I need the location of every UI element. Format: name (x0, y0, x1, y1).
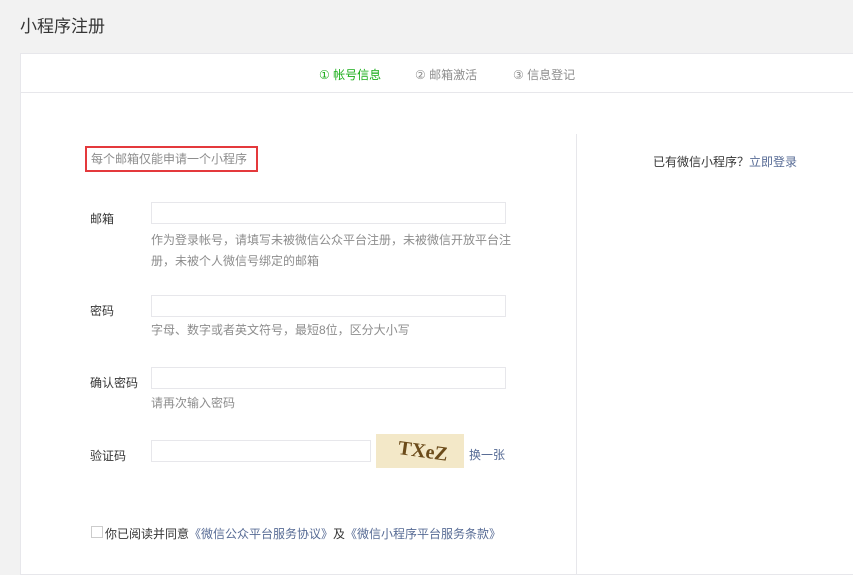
step-bar: ① 帐号信息 ② 邮箱激活 ③ 信息登记 (21, 54, 853, 93)
step-info-registration: ③ 信息登记 (513, 68, 576, 82)
captcha-label: 验证码 (90, 449, 127, 463)
confirm-password-label: 确认密码 (90, 376, 139, 390)
password-input[interactable] (151, 295, 506, 317)
column-divider (576, 134, 577, 574)
email-tip: 作为登录帐号，请填写未被微信公众平台注册，未被微信开放平台注册，未被个人微信号绑… (151, 233, 512, 268)
captcha-input[interactable] (151, 440, 371, 462)
login-link[interactable]: 立即登录 (749, 155, 797, 169)
confirm-password-tip: 请再次输入密码 (151, 396, 236, 410)
platform-agreement-link[interactable]: 《微信公众平台服务协议》 (189, 527, 333, 541)
agreement-prefix: 你已阅读并同意 (105, 527, 190, 541)
agreement-text: 你已阅读并同意《微信公众平台服务协议》及《微信小程序平台服务条款》 (105, 524, 505, 544)
password-label: 密码 (90, 304, 115, 318)
agreement-mid: 及 (333, 527, 346, 541)
step-email-activation: ② 邮箱激活 (415, 68, 478, 82)
captcha-image[interactable]: TXeZ (376, 434, 464, 468)
page-title: 小程序注册 (20, 17, 105, 36)
miniprogram-terms-link[interactable]: 《微信小程序平台服务条款》 (345, 527, 501, 541)
agree-checkbox[interactable] (91, 526, 103, 538)
email-notice: 每个邮箱仅能申请一个小程序 (85, 146, 258, 172)
password-tip: 字母、数字或者英文符号，最短8位，区分大小写 (151, 323, 410, 337)
existing-account-tip: 已有微信小程序？立即登录 (653, 153, 797, 170)
email-input[interactable] (151, 202, 506, 224)
email-label: 邮箱 (90, 212, 115, 226)
confirm-password-input[interactable] (151, 367, 506, 389)
existing-account-text: 已有微信小程序？ (653, 155, 750, 169)
refresh-captcha-link[interactable]: 换一张 (469, 446, 505, 463)
register-card: ① 帐号信息 ② 邮箱激活 ③ 信息登记 每个邮箱仅能申请一个小程序 邮箱 作为… (20, 53, 853, 575)
step-account-info: ① 帐号信息 (319, 68, 382, 82)
